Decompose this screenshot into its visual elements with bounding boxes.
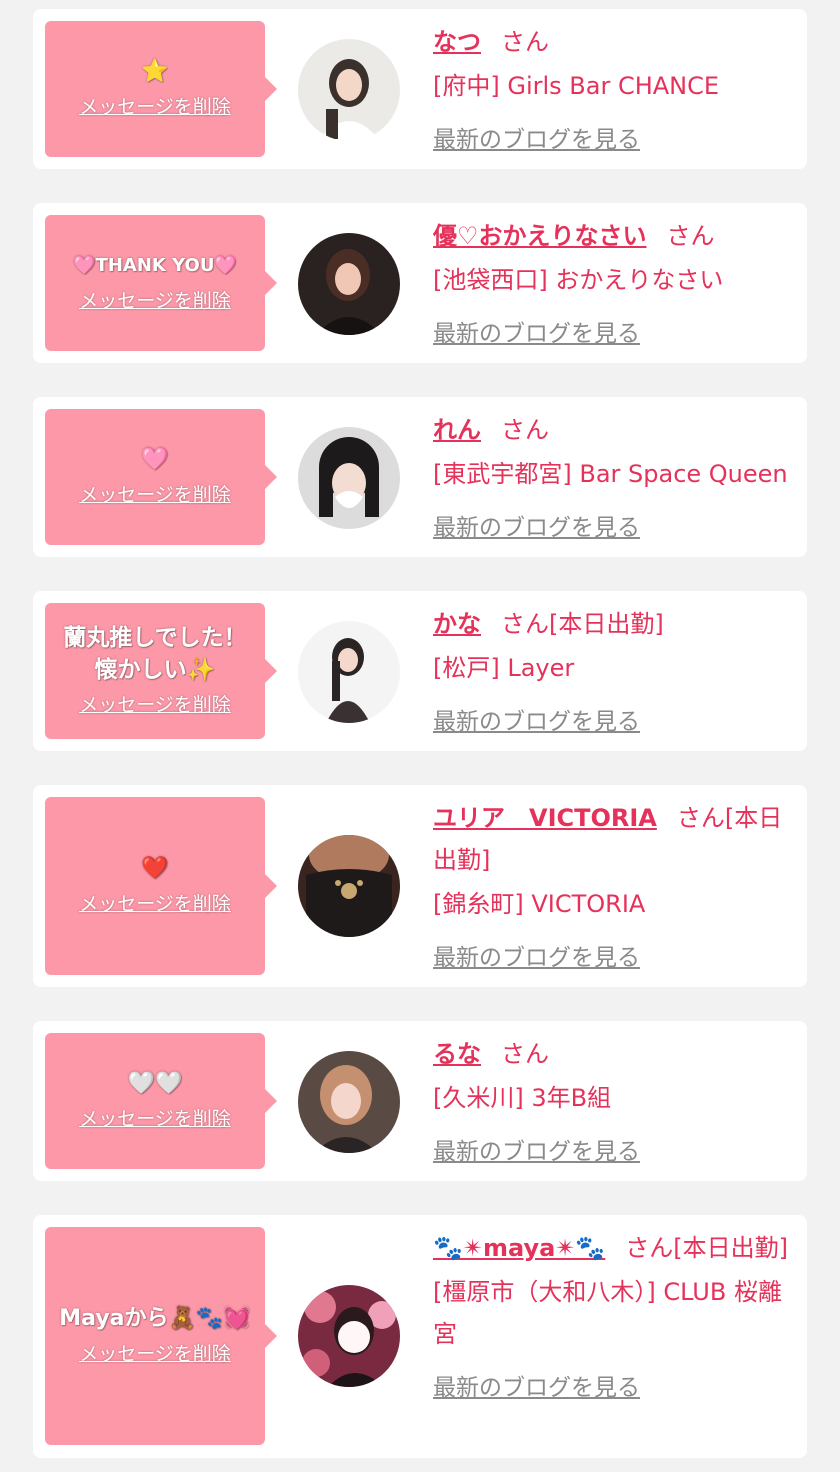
latest-blog-link[interactable]: 最新のブログを見る: [433, 507, 640, 549]
avatar[interactable]: [298, 233, 400, 335]
shop-name: [錦糸町] VICTORIA: [433, 890, 646, 918]
message-card: ⭐ メッセージを削除 なつ さん [府中] Girls Bar CHANCE 最新…: [33, 9, 807, 169]
message-text: 蘭丸推しでした！ 懐かしい✨: [63, 625, 247, 683]
message-card: ❤️ メッセージを削除 ユリア VICTORIA さん[本日出勤] [錦糸町] V…: [33, 785, 807, 987]
delete-message-link[interactable]: メッセージを削除: [79, 1339, 231, 1369]
shop-name: [東武宇都宮] Bar Space Queen: [433, 460, 788, 488]
cast-name-link[interactable]: 優♡おかえりなさい: [433, 222, 647, 250]
avatar[interactable]: [298, 835, 400, 937]
shop-name: [久米川] 3年B組: [433, 1084, 612, 1112]
shop-name: [府中] Girls Bar CHANCE: [433, 72, 720, 100]
cast-info: かな さん[本日出勤] [松戸] Layer 最新のブログを見る: [433, 603, 793, 743]
shop-name: [松戸] Layer: [433, 654, 575, 682]
message-card: 🤍🤍 メッセージを削除 るな さん [久米川] 3年B組 最新のブログを見る: [33, 1021, 807, 1181]
cast-name-link[interactable]: ユリア VICTORIA: [433, 804, 657, 832]
honorific: さん: [501, 416, 549, 444]
shop-name: [橿原市（大和八木）] CLUB 桜離宮: [433, 1278, 782, 1348]
honorific: さん: [501, 28, 549, 56]
latest-blog-link[interactable]: 最新のブログを見る: [433, 313, 640, 355]
avatar[interactable]: [298, 621, 400, 723]
cast-info: ユリア VICTORIA さん[本日出勤] [錦糸町] VICTORIA 最新のブ…: [433, 797, 793, 979]
cast-info: なつ さん [府中] Girls Bar CHANCE 最新のブログを見る: [433, 21, 793, 161]
message-bubble: 🩷THANK YOU🩷 メッセージを削除: [45, 215, 277, 351]
cast-name-link[interactable]: るな: [433, 1040, 481, 1068]
message-bubble: ❤️ メッセージを削除: [45, 797, 277, 975]
cast-info: れん さん [東武宇都宮] Bar Space Queen 最新のブログを見る: [433, 409, 793, 549]
message-card: 🩷 メッセージを削除 れん さん [東武宇都宮] Bar Space Queen …: [33, 397, 807, 557]
shop-name: [池袋西口] おかえりなさい: [433, 266, 724, 294]
message-text: ❤️: [141, 856, 169, 881]
message-text: 🤍🤍: [127, 1071, 183, 1096]
cast-name-link[interactable]: 🐾✴maya✴🐾: [433, 1234, 605, 1262]
message-card: 🩷THANK YOU🩷 メッセージを削除 優♡おかえりなさい さん [池袋西口] …: [33, 203, 807, 363]
latest-blog-link[interactable]: 最新のブログを見る: [433, 937, 640, 979]
cast-name-link[interactable]: なつ: [433, 28, 481, 56]
message-text: Mayaから🧸🐾💓: [59, 1306, 251, 1331]
avatar[interactable]: [298, 1285, 400, 1387]
latest-blog-link[interactable]: 最新のブログを見る: [433, 1131, 640, 1173]
avatar[interactable]: [298, 1051, 400, 1153]
cast-name-link[interactable]: れん: [433, 416, 481, 444]
avatar[interactable]: [298, 427, 400, 529]
honorific: さん: [666, 222, 715, 250]
delete-message-link[interactable]: メッセージを削除: [79, 690, 231, 720]
delete-message-link[interactable]: メッセージを削除: [79, 1104, 231, 1134]
message-bubble: ⭐ メッセージを削除: [45, 21, 277, 157]
message-card: Mayaから🧸🐾💓 メッセージを削除 🐾✴maya✴🐾 さん[本日出勤] [橿原市…: [33, 1215, 807, 1458]
cast-info: るな さん [久米川] 3年B組 最新のブログを見る: [433, 1033, 793, 1173]
honorific: さん: [501, 1040, 549, 1068]
latest-blog-link[interactable]: 最新のブログを見る: [433, 701, 640, 743]
delete-message-link[interactable]: メッセージを削除: [79, 286, 231, 316]
message-text: 🩷THANK YOU🩷: [73, 255, 237, 276]
message-bubble: 🤍🤍 メッセージを削除: [45, 1033, 277, 1169]
cast-info: 🐾✴maya✴🐾 さん[本日出勤] [橿原市（大和八木）] CLUB 桜離宮 最新…: [433, 1227, 793, 1409]
cast-name-link[interactable]: かな: [433, 610, 481, 638]
message-card: 蘭丸推しでした！ 懐かしい✨ メッセージを削除 かな さん[本日出勤] [松戸] …: [33, 591, 807, 751]
delete-message-link[interactable]: メッセージを削除: [79, 480, 231, 510]
latest-blog-link[interactable]: 最新のブログを見る: [433, 119, 640, 161]
honorific: さん[本日出勤]: [501, 610, 664, 638]
message-bubble: 蘭丸推しでした！ 懐かしい✨ メッセージを削除: [45, 603, 277, 739]
message-list: ⭐ メッセージを削除 なつ さん [府中] Girls Bar CHANCE 最新…: [0, 0, 840, 1472]
message-bubble: Mayaから🧸🐾💓 メッセージを削除: [45, 1227, 277, 1445]
latest-blog-link[interactable]: 最新のブログを見る: [433, 1367, 640, 1409]
delete-message-link[interactable]: メッセージを削除: [79, 889, 231, 919]
message-text: ⭐: [141, 59, 169, 84]
avatar[interactable]: [298, 39, 400, 141]
message-bubble: 🩷 メッセージを削除: [45, 409, 277, 545]
message-text: 🩷: [141, 447, 169, 472]
cast-info: 優♡おかえりなさい さん [池袋西口] おかえりなさい 最新のブログを見る: [433, 215, 793, 355]
honorific: さん[本日出勤]: [625, 1234, 789, 1262]
delete-message-link[interactable]: メッセージを削除: [79, 92, 231, 122]
